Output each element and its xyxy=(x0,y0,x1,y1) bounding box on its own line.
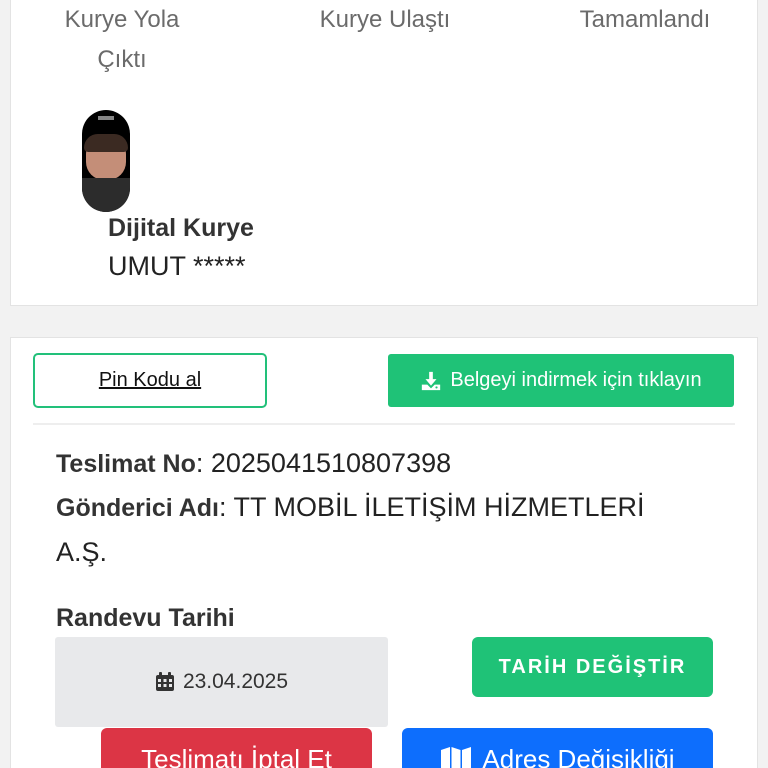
address-change-button[interactable]: Adres Değişikliği xyxy=(402,728,713,768)
delivery-number-label: Teslimat No xyxy=(56,450,196,478)
courier-name: UMUT ***** xyxy=(108,251,246,281)
address-change-label: Adres Değişikliği xyxy=(482,744,675,768)
download-document-button[interactable]: Belgeyi indirmek için tıklayın xyxy=(388,354,734,407)
appointment-date-field[interactable]: 23.04.2025 xyxy=(55,637,388,727)
sender-label: Gönderici Adı xyxy=(56,494,219,522)
calendar-icon xyxy=(155,672,174,691)
courier-avatar xyxy=(82,110,130,212)
step-arrived: Kurye Ulaştı xyxy=(319,6,451,33)
step-completed: Tamamlandı xyxy=(579,6,711,33)
download-icon xyxy=(422,371,441,390)
appointment-date: 23.04.2025 xyxy=(182,670,289,693)
map-icon xyxy=(441,747,472,768)
appointment-label: Randevu Tarihi xyxy=(56,604,235,632)
get-pin-button[interactable]: Pin Kodu al xyxy=(33,353,267,408)
delivery-number-value: 2025041510807398 xyxy=(210,448,452,478)
divider xyxy=(33,423,735,425)
cancel-delivery-button[interactable]: Teslimatı İptal Et xyxy=(101,728,372,768)
delivery-number-row: Teslimat No: 2025041510807398 xyxy=(56,448,452,478)
sender-row: Gönderici Adı: TT MOBİL İLETİŞİM HİZMETL… xyxy=(56,492,645,567)
download-label: Belgeyi indirmek için tıklayın xyxy=(450,369,702,391)
change-date-button[interactable]: TARİH DEĞİŞTİR xyxy=(472,637,713,697)
step-on-the-way: Kurye Yola Çıktı xyxy=(64,6,180,73)
courier-label: Dijital Kurye xyxy=(108,214,254,242)
